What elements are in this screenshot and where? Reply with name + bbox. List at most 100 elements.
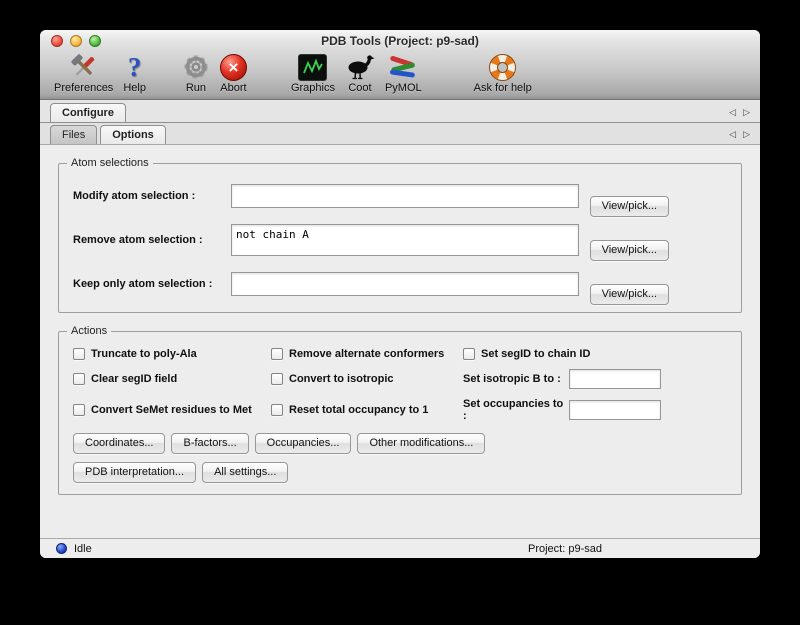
- status-text: Idle: [74, 543, 92, 555]
- tab-label: Files: [62, 129, 85, 141]
- toolbar-item-abort[interactable]: × Abort: [220, 52, 247, 94]
- field-label: Modify atom selection :: [73, 190, 231, 202]
- tab-configure[interactable]: Configure: [50, 103, 126, 122]
- toolbar-item-label: Preferences: [54, 82, 113, 94]
- tools-icon: [69, 52, 99, 82]
- checkbox-label: Set segID to chain ID: [481, 348, 590, 360]
- status-indicator-icon: [56, 543, 67, 554]
- checkbox-convert-semet-residues-to-met[interactable]: Convert SeMet residues to Met: [73, 404, 271, 416]
- checkbox-clear-segid-field[interactable]: Clear segID field: [73, 373, 271, 385]
- tab-scroll-left-icon[interactable]: ◁: [729, 129, 736, 140]
- tab-scroll-right-icon[interactable]: ▷: [743, 107, 750, 118]
- toolbar-item-label: Coot: [348, 82, 371, 94]
- group-title: Actions: [67, 325, 111, 337]
- tab-files[interactable]: Files: [50, 125, 97, 144]
- checkbox-box-icon: [271, 348, 283, 360]
- checkbox-label: Convert SeMet residues to Met: [91, 404, 252, 416]
- minimize-button[interactable]: [70, 35, 82, 47]
- checkbox-box-icon: [73, 348, 85, 360]
- remove-atom-selection-input[interactable]: not chain A: [231, 224, 579, 256]
- checkbox-convert-to-isotropic[interactable]: Convert to isotropic: [271, 373, 463, 385]
- checkbox-remove-alternate-conformers[interactable]: Remove alternate conformers: [271, 348, 463, 360]
- coordinates-button[interactable]: Coordinates...: [73, 433, 165, 454]
- pdb-interpretation-button[interactable]: PDB interpretation...: [73, 462, 196, 483]
- toolbar-item-label: Ask for help: [474, 82, 532, 94]
- checkbox-box-icon: [271, 404, 283, 416]
- field-label: Remove atom selection :: [73, 234, 231, 246]
- modify-atom-selection-input[interactable]: [231, 184, 579, 208]
- status-bar: Idle Project: p9-sad: [40, 538, 760, 558]
- modify-atom-selection-row: Modify atom selection : View/pick...: [73, 184, 669, 208]
- atom-selections-group: Atom selections Modify atom selection : …: [58, 163, 742, 313]
- pymol-ribbon-icon: [388, 52, 418, 82]
- checkbox-set-segid-to-chain-id[interactable]: Set segID to chain ID: [463, 348, 727, 360]
- tab-label: Options: [112, 129, 154, 141]
- tab-options[interactable]: Options: [100, 125, 166, 144]
- occupancies-button[interactable]: Occupancies...: [255, 433, 352, 454]
- checkbox-label: Truncate to poly-Ala: [91, 348, 197, 360]
- toolbar-item-label: Abort: [220, 82, 246, 94]
- coot-bird-icon: [345, 52, 375, 82]
- toolbar-item-help[interactable]: ? Help: [123, 52, 146, 94]
- toolbar-item-run[interactable]: Run: [182, 52, 210, 94]
- checkbox-box-icon: [271, 373, 283, 385]
- toolbar-item-label: PyMOL: [385, 82, 422, 94]
- toolbar-item-preferences[interactable]: Preferences: [54, 52, 113, 94]
- checkbox-label: Clear segID field: [91, 373, 177, 385]
- options-panel: Atom selections Modify atom selection : …: [40, 145, 760, 538]
- settings-buttons-row: PDB interpretation... All settings...: [73, 462, 727, 483]
- view-pick-button[interactable]: View/pick...: [590, 284, 669, 305]
- field-label: Keep only atom selection :: [73, 278, 231, 290]
- abort-x-icon: ×: [220, 52, 247, 82]
- tab-label: Configure: [62, 107, 114, 119]
- field-label: Set isotropic B to :: [463, 373, 569, 385]
- toolbar-item-label: Graphics: [291, 82, 335, 94]
- toolbar-item-graphics[interactable]: Graphics: [291, 52, 335, 94]
- checkbox-box-icon: [73, 404, 85, 416]
- modification-buttons-row: Coordinates... B-factors... Occupancies.…: [73, 433, 727, 454]
- toolbar-item-label: Help: [123, 82, 146, 94]
- set-occupancies-input[interactable]: [569, 400, 661, 420]
- traffic-lights: [51, 35, 101, 47]
- toolbar: Preferences ? Help Run: [40, 52, 760, 100]
- toolbar-item-coot[interactable]: Coot: [345, 52, 375, 94]
- group-title: Atom selections: [67, 157, 153, 169]
- checkbox-box-icon: [73, 373, 85, 385]
- gear-icon: [182, 52, 210, 82]
- checkbox-label: Remove alternate conformers: [289, 348, 444, 360]
- toolbar-item-pymol[interactable]: PyMOL: [385, 52, 422, 94]
- view-pick-button[interactable]: View/pick...: [590, 196, 669, 217]
- configure-tab-bar: Configure ◁ ▷: [40, 100, 760, 123]
- tab-scroll-right-icon[interactable]: ▷: [743, 129, 750, 140]
- files-options-tab-bar: Files Options ◁ ▷: [40, 123, 760, 145]
- keep-only-atom-selection-input[interactable]: [231, 272, 579, 296]
- window-title: PDB Tools (Project: p9-sad): [40, 30, 760, 53]
- remove-atom-selection-row: Remove atom selection : not chain A View…: [73, 224, 669, 256]
- tab-scroll-arrows: ◁ ▷: [729, 107, 750, 118]
- view-pick-button[interactable]: View/pick...: [590, 240, 669, 261]
- zoom-button[interactable]: [89, 35, 101, 47]
- actions-grid: Truncate to poly-Ala Remove alternate co…: [73, 348, 727, 422]
- set-isotropic-b-field: Set isotropic B to :: [463, 369, 727, 389]
- lifebuoy-icon: [489, 52, 516, 82]
- tab-scroll-left-icon[interactable]: ◁: [729, 107, 736, 118]
- desktop-background: PDB Tools (Project: p9-sad): [0, 0, 800, 625]
- b-factors-button[interactable]: B-factors...: [171, 433, 248, 454]
- all-settings-button[interactable]: All settings...: [202, 462, 288, 483]
- close-button[interactable]: [51, 35, 63, 47]
- actions-group: Actions Truncate to poly-Ala Remove alte…: [58, 331, 742, 495]
- checkbox-reset-total-occupancy-to-1[interactable]: Reset total occupancy to 1: [271, 404, 463, 416]
- tab-scroll-arrows: ◁ ▷: [729, 129, 750, 140]
- toolbar-item-label: Run: [186, 82, 206, 94]
- checkbox-truncate-to-poly-ala[interactable]: Truncate to poly-Ala: [73, 348, 271, 360]
- keep-only-atom-selection-row: Keep only atom selection : View/pick...: [73, 272, 669, 296]
- checkbox-box-icon: [463, 348, 475, 360]
- set-occupancies-field: Set occupancies to :: [463, 398, 727, 422]
- pdb-tools-window: PDB Tools (Project: p9-sad): [40, 30, 760, 558]
- titlebar[interactable]: PDB Tools (Project: p9-sad): [40, 30, 760, 52]
- set-isotropic-b-input[interactable]: [569, 369, 661, 389]
- other-modifications-button[interactable]: Other modifications...: [357, 433, 485, 454]
- checkbox-label: Convert to isotropic: [289, 373, 394, 385]
- project-label: Project: p9-sad: [528, 543, 602, 555]
- toolbar-item-ask-for-help[interactable]: Ask for help: [474, 52, 532, 94]
